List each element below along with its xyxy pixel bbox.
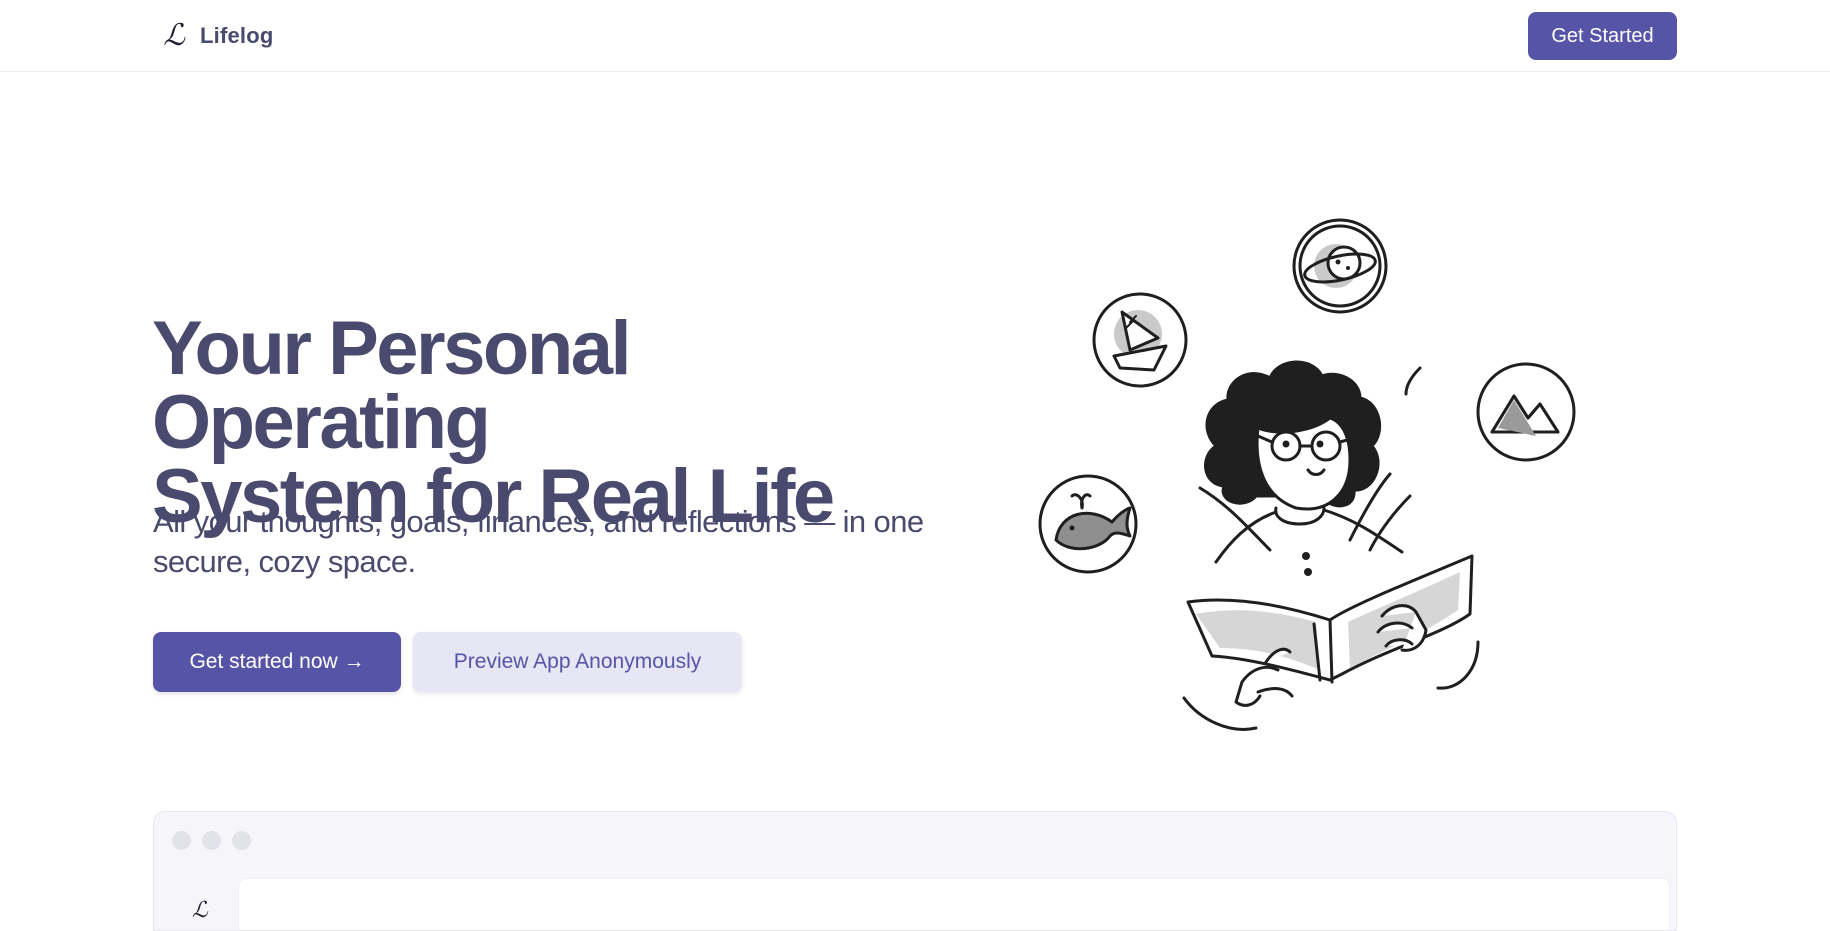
window-dot-maximize [232,831,251,850]
preview-logo-icon: ℒ [192,898,208,923]
hero-title-line-1: Your Personal Operating [152,306,632,465]
hero-subtitle: All your thoughts, goals, finances, and … [153,504,924,579]
lifelog-logo-icon: ℒ [163,18,185,53]
app-preview-content [238,878,1670,930]
top-navigation-bar: ℒ Lifelog Get Started [0,0,1830,72]
sailboat-icon [1092,292,1188,388]
brand[interactable]: ℒ Lifelog [160,18,274,54]
app-preview-window: ℒ [153,811,1677,931]
window-dot-close [172,831,191,850]
window-dot-minimize [202,831,221,850]
planet-icon [1292,218,1388,314]
hero-title: Your Personal Operating System for Real … [152,306,972,535]
mountain-icon [1476,362,1576,462]
whale-icon [1038,474,1138,574]
brand-name: Lifelog [200,23,274,48]
person-reading-book-icon [1038,218,1576,731]
get-started-now-button[interactable]: Get started now → [153,632,401,692]
get-started-button[interactable]: Get Started [1528,12,1677,60]
preview-app-anonymously-button[interactable]: Preview App Anonymously [413,632,742,692]
